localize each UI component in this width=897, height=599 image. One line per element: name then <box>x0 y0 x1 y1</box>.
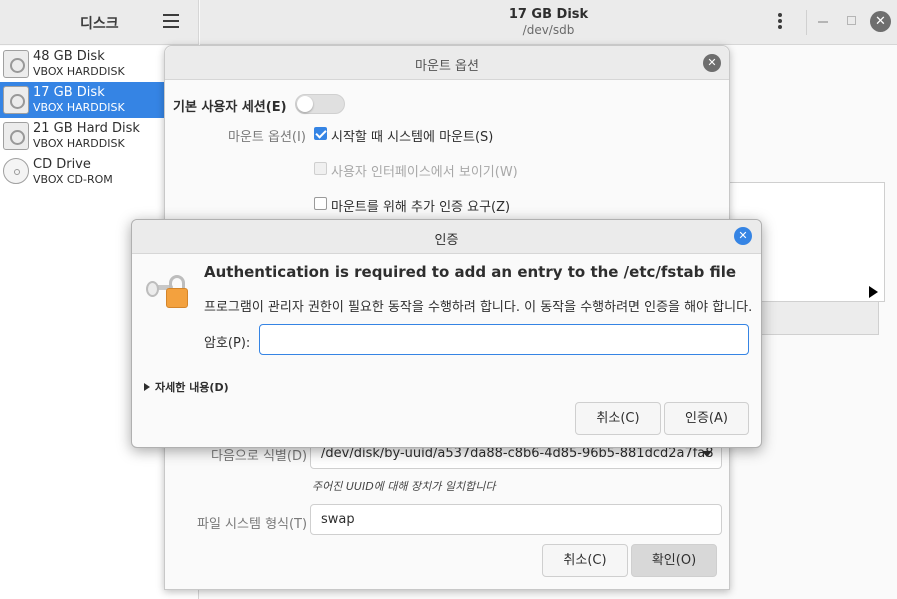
hard-disk-icon <box>3 50 29 78</box>
identify-as-value: /dev/disk/by-uuid/a537da88-c8b6-4d85-96b… <box>321 446 714 461</box>
hard-disk-icon <box>3 86 29 114</box>
mount-at-startup-label[interactable]: 시작할 때 시스템에 마운트(S) <box>331 126 493 145</box>
header-bar: 17 GB Disk /dev/sdb ✕ <box>200 0 897 45</box>
require-auth-checkbox[interactable] <box>314 197 327 210</box>
fs-type-label: 파일 시스템 형식(T) <box>197 517 308 532</box>
disk-item-cd[interactable]: CD Drive VBOX CD-ROM <box>0 154 166 190</box>
disk-name: 17 GB Disk <box>33 85 105 100</box>
cd-icon <box>3 158 29 184</box>
disk-name: 21 GB Hard Disk <box>33 121 140 136</box>
show-in-ui-label: 사용자 인터페이스에서 보이기(W) <box>331 165 518 180</box>
mount-dialog-close-button[interactable]: ✕ <box>703 54 721 72</box>
maximize-icon[interactable] <box>847 16 856 25</box>
auth-dialog-close-button[interactable]: ✕ <box>734 227 752 245</box>
fs-type-input[interactable]: swap <box>310 504 722 535</box>
sidebar-header: 디스크 <box>0 0 199 45</box>
auth-submit-button[interactable]: 인증(A) <box>664 402 749 435</box>
disk-name: CD Drive <box>33 157 91 172</box>
disk-item-48gb[interactable]: 48 GB Disk VBOX HARDDISK <box>0 46 166 82</box>
disk-model: VBOX HARDDISK <box>33 65 125 78</box>
show-in-ui-checkbox <box>314 162 327 175</box>
chevron-down-icon <box>702 451 712 457</box>
disclosure-arrow-icon <box>144 383 150 391</box>
disk-item-21gb[interactable]: 21 GB Hard Disk VBOX HARDDISK <box>0 118 166 154</box>
mount-dialog-title: 마운트 옵션 <box>415 59 479 74</box>
window-subtitle: /dev/sdb <box>522 23 575 37</box>
play-icon[interactable] <box>869 286 878 298</box>
auth-description: 프로그램이 관리자 권한이 필요한 동작을 수행하려 합니다. 이 동작을 수행… <box>204 300 753 315</box>
password-label: 암호(P): <box>204 336 251 351</box>
hamburger-menu-icon[interactable] <box>163 14 179 28</box>
mount-ok-button[interactable]: 확인(O) <box>631 544 717 577</box>
mount-at-startup-checkbox[interactable] <box>314 127 327 140</box>
fs-type-value: swap <box>321 512 355 527</box>
disk-model: VBOX HARDDISK <box>33 137 125 150</box>
password-input[interactable] <box>259 324 749 355</box>
auth-heading: Authentication is required to add an ent… <box>204 263 737 281</box>
identify-hint: 주어진 UUID에 대해 장치가 일치합니다 <box>312 480 496 493</box>
minimize-icon[interactable] <box>818 21 828 23</box>
mount-cancel-button[interactable]: 취소(C) <box>542 544 628 577</box>
auth-dialog: 인증 ✕ Authentication is required to add a… <box>131 219 762 448</box>
sidebar-title: 디스크 <box>80 16 119 32</box>
disk-name: 48 GB Disk <box>33 49 105 64</box>
window-title: 17 GB Disk <box>508 7 589 22</box>
disk-item-17gb[interactable]: 17 GB Disk VBOX HARDDISK <box>0 82 166 118</box>
disk-model: VBOX CD-ROM <box>33 173 113 186</box>
auth-dialog-title: 인증 <box>434 233 459 248</box>
header-separator <box>806 10 807 35</box>
details-label: 자세한 내용(D) <box>155 381 229 394</box>
mount-dialog-titlebar: 마운트 옵션 ✕ <box>165 46 729 80</box>
hard-disk-icon <box>3 122 29 150</box>
details-expander[interactable]: 자세한 내용(D) <box>144 379 229 395</box>
more-options-icon[interactable] <box>778 13 784 31</box>
lock-key-icon <box>146 275 194 315</box>
user-session-toggle[interactable] <box>295 94 345 114</box>
user-session-label: 기본 사용자 세션(E) <box>173 100 287 115</box>
disk-model: VBOX HARDDISK <box>33 101 125 114</box>
require-auth-label[interactable]: 마운트를 위해 추가 인증 요구(Z) <box>331 196 510 215</box>
mount-options-label: 마운트 옵션(I) <box>228 130 306 145</box>
close-window-button[interactable]: ✕ <box>870 11 891 32</box>
auth-cancel-button[interactable]: 취소(C) <box>575 402 661 435</box>
auth-dialog-titlebar: 인증 ✕ <box>132 220 761 254</box>
